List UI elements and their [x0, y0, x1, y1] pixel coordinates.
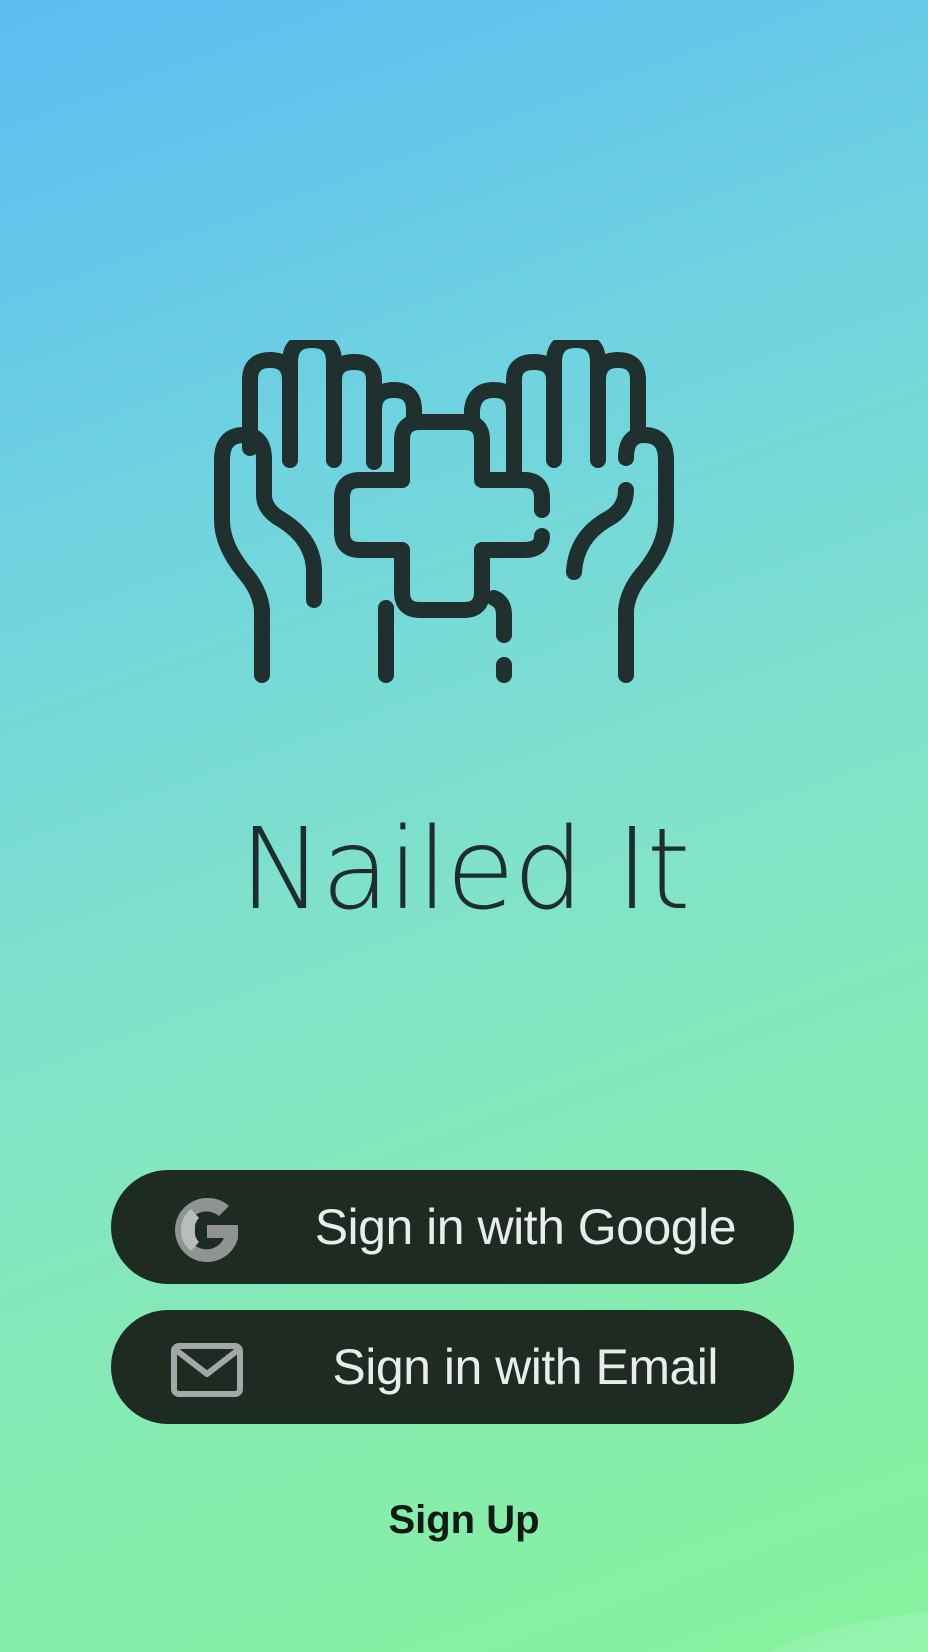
- envelope-icon: [171, 1343, 243, 1397]
- google-g-icon: [175, 1197, 238, 1262]
- sign-up-link[interactable]: Sign Up: [0, 1490, 928, 1550]
- sign-in-with-google-button[interactable]: Sign in with Google: [111, 1170, 794, 1284]
- hands-with-cross-icon: [214, 340, 674, 683]
- sign-in-with-email-button[interactable]: Sign in with Email: [111, 1310, 794, 1424]
- app-title: Nailed It: [239, 805, 690, 935]
- google-button-label: Sign in with Google: [314, 1199, 737, 1255]
- corner-shade: [768, 1612, 928, 1652]
- email-button-label: Sign in with Email: [332, 1339, 718, 1395]
- login-screen: Nailed It Sign in with Google Sign in wi…: [0, 0, 928, 1652]
